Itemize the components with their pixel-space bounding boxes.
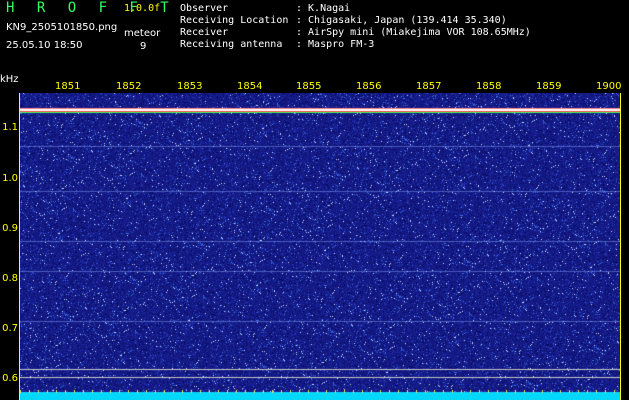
y-tick-0.6: 0.6 [2,373,18,384]
location-value: : Chigasaki, Japan (139.414 35.340) [296,15,507,26]
x-tick-1856: 1856 [356,81,382,92]
receiver-label: Receiver [180,27,229,38]
antenna-value: : Maspro FM-3 [296,39,375,50]
version-label: 1.0.0f [124,3,161,14]
filename-label: KN9_2505101850.png [6,22,118,33]
x-tick-1854: 1854 [237,81,263,92]
x-tick-1857: 1857 [416,81,442,92]
x-tick-1855: 1855 [296,81,322,92]
y-tick-1.0: 1.0 [2,173,18,184]
x-tick-1853: 1853 [177,81,203,92]
y-tick-0.8: 0.8 [2,273,18,284]
location-label: Receiving Location [180,15,289,26]
y-axis-line-right [620,93,621,400]
y-tick-0.7: 0.7 [2,323,18,334]
x-tick-1851: 1851 [55,81,81,92]
antenna-label: Receiving antenna [180,39,283,50]
y-axis-line [19,93,20,400]
x-tick-1858: 1858 [476,81,502,92]
meteor-count: 9 [140,41,147,52]
x-tick-1900: 1900 [596,81,622,92]
receiver-value: : AirSpy mini (Miakejima VOR 108.65MHz) [296,27,531,38]
y-tick-0.9: 0.9 [2,223,18,234]
datetime-label: 25.05.10 18:50 [6,40,83,51]
spectrogram-waterfall [20,93,620,400]
x-tick-1852: 1852 [116,81,142,92]
meteor-label: meteor [124,28,161,39]
observer-label: Observer [180,3,229,14]
x-tick-1859: 1859 [536,81,562,92]
spectrogram-canvas [20,93,620,400]
y-tick-1.1: 1.1 [2,122,18,133]
observer-value: : K.Nagai [296,3,351,14]
y-unit-label: kHz [0,74,19,85]
